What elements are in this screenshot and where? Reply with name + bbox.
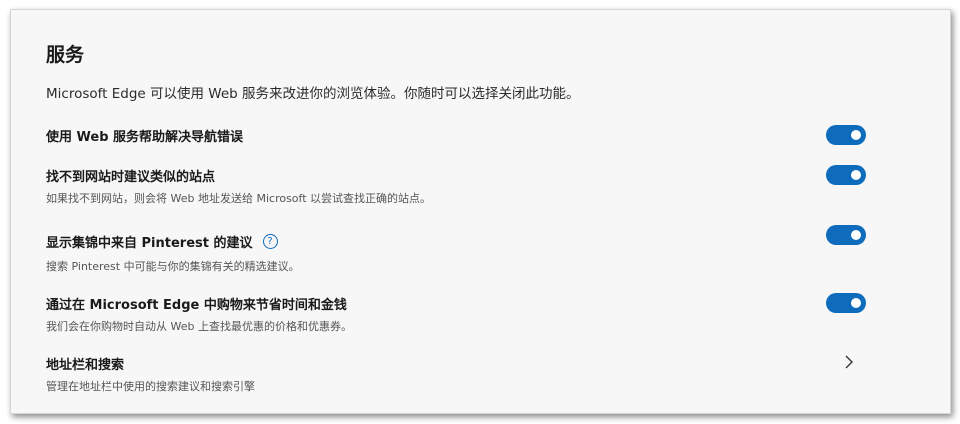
toggle-knob bbox=[851, 130, 861, 140]
setting-similar-sites-description: 如果找不到网站，则会将 Web 地址发送给 Microsoft 以尝试查找正确的… bbox=[46, 192, 432, 205]
pinterest-toggle[interactable] bbox=[826, 225, 866, 245]
services-settings-card: 服务 Microsoft Edge 可以使用 Web 服务来改进你的浏览体验。你… bbox=[10, 9, 951, 414]
setting-label-text: 显示集锦中来自 Pinterest 的建议 bbox=[46, 236, 253, 251]
help-icon[interactable]: ? bbox=[262, 234, 278, 249]
setting-shopping-description: 我们会在你购物时自动从 Web 上查找最优惠的价格和优惠券。 bbox=[46, 320, 352, 333]
similar-sites-toggle[interactable] bbox=[826, 165, 866, 185]
toggle-knob bbox=[851, 170, 861, 180]
address-bar-label: 地址栏和搜索 bbox=[46, 358, 125, 373]
shopping-toggle[interactable] bbox=[826, 293, 866, 313]
address-bar-description: 管理在地址栏中使用的搜索建议和搜索引擎 bbox=[46, 380, 255, 393]
section-title: 服务 bbox=[46, 44, 85, 66]
navigation-errors-toggle[interactable] bbox=[826, 125, 866, 145]
toggle-knob bbox=[851, 298, 861, 308]
section-description: Microsoft Edge 可以使用 Web 服务来改进你的浏览体验。你随时可… bbox=[46, 86, 580, 102]
chevron-right-icon[interactable] bbox=[843, 354, 855, 370]
setting-navigation-errors-label: 使用 Web 服务帮助解决导航错误 bbox=[46, 126, 243, 145]
setting-shopping-label: 通过在 Microsoft Edge 中购物来节省时间和金钱 bbox=[46, 294, 347, 313]
setting-pinterest-label: 显示集锦中来自 Pinterest 的建议 ? bbox=[46, 232, 278, 251]
setting-label-text: 使用 Web 服务帮助解决导航错误 bbox=[46, 130, 244, 145]
setting-label-text: 找不到网站时建议类似的站点 bbox=[46, 170, 216, 185]
toggle-knob bbox=[851, 230, 861, 240]
setting-pinterest-description: 搜索 Pinterest 中可能与你的集锦有关的精选建议。 bbox=[46, 260, 300, 273]
setting-label-text: 通过在 Microsoft Edge 中购物来节省时间和金钱 bbox=[46, 298, 347, 313]
setting-similar-sites-label: 找不到网站时建议类似的站点 bbox=[46, 166, 215, 185]
address-bar-search-link[interactable]: 地址栏和搜索 bbox=[46, 354, 124, 373]
